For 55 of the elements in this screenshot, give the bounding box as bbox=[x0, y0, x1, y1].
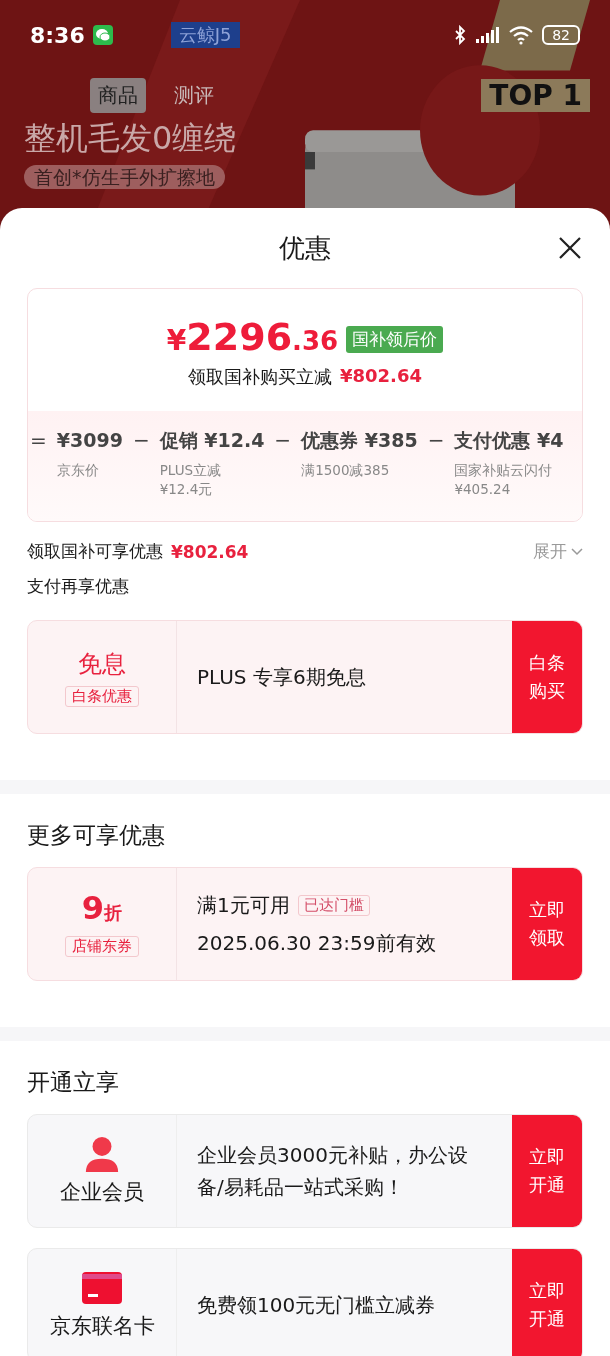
price-tag: 国补领后价 bbox=[346, 325, 444, 353]
operator-sign: − bbox=[274, 427, 292, 453]
breakdown-amount: 优惠券 ¥385 bbox=[301, 428, 418, 453]
close-icon[interactable] bbox=[558, 236, 582, 260]
wifi-icon bbox=[508, 25, 535, 45]
subsidy-amount: ¥802.64 bbox=[171, 541, 249, 562]
section-title: 开通立享 bbox=[26, 1068, 120, 1097]
subsidy-label: 领取国补可享优惠 bbox=[27, 540, 163, 563]
rank-badge: TOP 1 bbox=[481, 79, 590, 112]
battery-indicator: 82 bbox=[542, 25, 580, 45]
breakdown-note: 满1500减385 bbox=[301, 461, 391, 480]
offer-description: PLUS 专享6期免息 bbox=[197, 664, 367, 691]
bluetooth-icon bbox=[454, 25, 467, 45]
offer-action-button[interactable]: 立即开通 bbox=[512, 1249, 582, 1356]
breakdown-note: 国家补贴云闪付 bbox=[454, 461, 554, 480]
discount-value: 9折 bbox=[81, 891, 123, 929]
breakdown-note: 京东价 bbox=[56, 461, 100, 480]
offer-headline: 京东联名卡 bbox=[49, 1313, 155, 1340]
breakdown-note: ¥12.4元 bbox=[159, 480, 214, 499]
offer-headline: 企业会员 bbox=[60, 1179, 144, 1206]
model-badge: 云鲸J5 bbox=[170, 22, 240, 48]
offer-validity: 2025.06.30 23:59前有效 bbox=[197, 930, 437, 957]
offer-description: 免费领100元无门槛立减券 bbox=[197, 1292, 437, 1319]
offer-description: 企业会员3000元补贴，办公设备/易耗品一站式采购！ bbox=[197, 1142, 469, 1201]
offer-tag: 白条优惠 bbox=[65, 685, 139, 707]
final-price: ¥2296.36 bbox=[166, 317, 339, 361]
threshold-badge: 已达门槛 bbox=[297, 894, 370, 916]
signal-icon bbox=[474, 25, 501, 45]
feature-chip: 首创*仿生手外扩擦地 bbox=[24, 165, 225, 189]
section-title: 更多可享优惠 bbox=[26, 821, 166, 850]
saving-label: 领取国补购买立减 bbox=[188, 365, 332, 389]
page-tab[interactable]: 商品 bbox=[90, 78, 146, 113]
status-time: 8:36 bbox=[30, 22, 85, 48]
breakdown-amount: ¥3099 bbox=[56, 428, 123, 453]
offer-headline: 免息 bbox=[78, 648, 126, 680]
breakdown-amount: 促销 ¥12.4 bbox=[159, 428, 265, 453]
offer-condition: 满1元可用 bbox=[197, 892, 290, 919]
chevron-icon bbox=[571, 547, 583, 556]
page-tab[interactable]: 测评 bbox=[166, 78, 222, 113]
offer-action-button[interactable]: 立即领取 bbox=[512, 868, 582, 980]
breakdown-amount: 支付优惠 ¥4 bbox=[454, 428, 564, 453]
sheet-title: 优惠 bbox=[279, 231, 331, 265]
operator-sign: = bbox=[30, 427, 47, 453]
breakdown-note: ¥405.24 bbox=[454, 480, 512, 499]
saving-amount: ¥802.64 bbox=[340, 365, 422, 388]
card-icon bbox=[82, 1270, 122, 1306]
section-title: 支付再享优惠 bbox=[26, 575, 130, 598]
breakdown-note: PLUS立减 bbox=[159, 461, 223, 480]
operator-sign: − bbox=[132, 427, 150, 453]
product-headline: 整机毛发0缠绕 bbox=[23, 118, 238, 159]
offer-action-button[interactable]: 立即开通 bbox=[512, 1115, 582, 1227]
operator-sign: − bbox=[427, 427, 445, 453]
expand-toggle[interactable]: 展开 bbox=[533, 540, 583, 563]
offer-action-button[interactable]: 白条购买 bbox=[512, 621, 582, 733]
offer-tag: 店铺东券 bbox=[65, 936, 139, 957]
